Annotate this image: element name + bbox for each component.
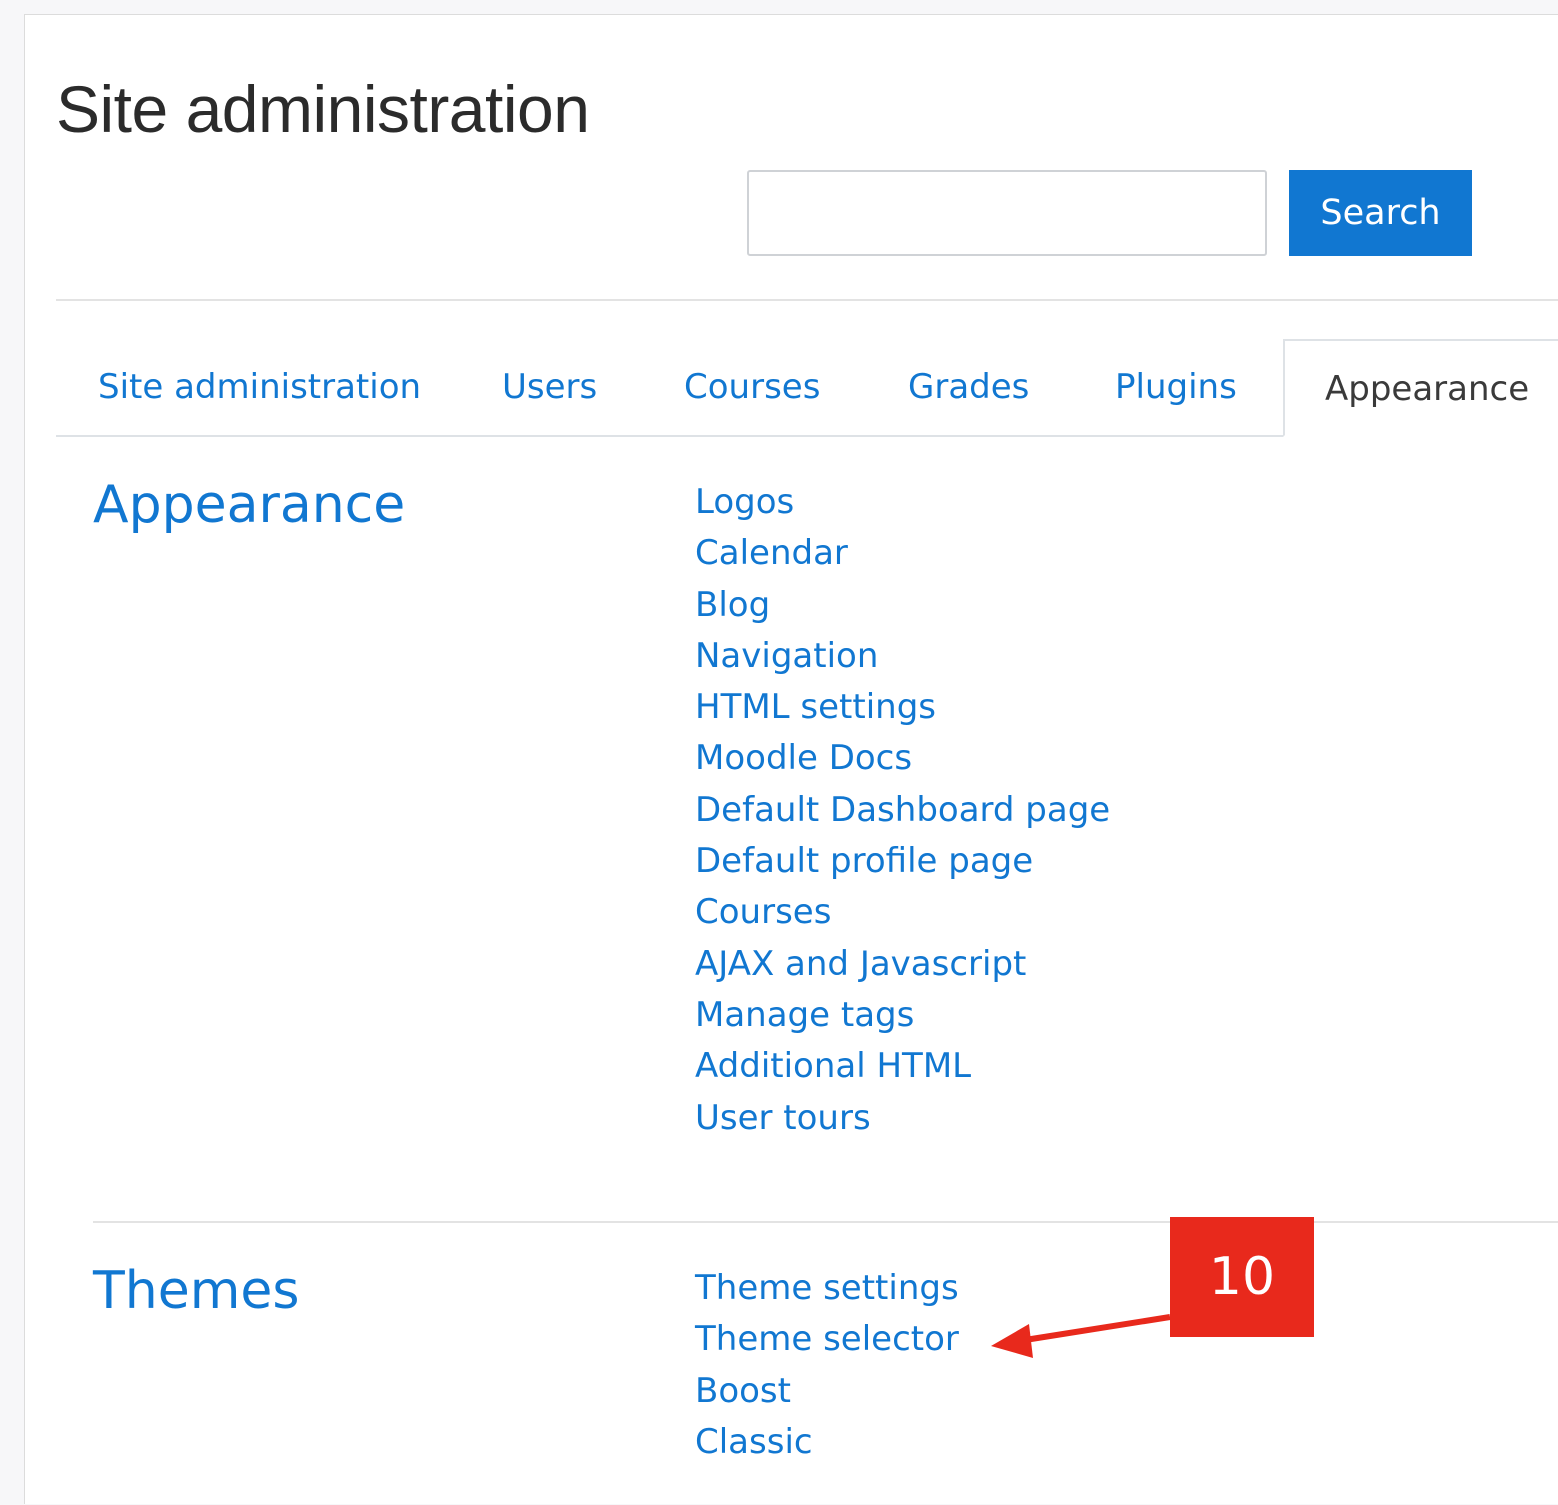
search-button[interactable]: Search [1289,170,1472,256]
link-theme-selector[interactable]: Theme selector [695,1314,959,1365]
tab-grades[interactable]: Grades [908,339,1029,435]
section-title-themes: Themes [93,1261,300,1321]
section-divider [93,1221,1558,1223]
link-navigation[interactable]: Navigation [695,631,1110,682]
link-ajax-and-javascript[interactable]: AJAX and Javascript [695,939,1110,990]
link-boost[interactable]: Boost [695,1366,959,1417]
link-classic[interactable]: Classic [695,1417,959,1468]
tab-courses[interactable]: Courses [684,339,820,435]
link-default-profile-page[interactable]: Default profile page [695,836,1110,887]
link-default-dashboard-page[interactable]: Default Dashboard page [695,785,1110,836]
tab-appearance[interactable]: Appearance [1283,339,1558,437]
appearance-links: Logos Calendar Blog Navigation HTML sett… [695,477,1110,1144]
admin-tabs: Site administration Users Courses Grades… [56,339,1558,437]
link-blog[interactable]: Blog [695,580,1110,631]
link-courses[interactable]: Courses [695,887,1110,938]
link-moodle-docs[interactable]: Moodle Docs [695,733,1110,784]
tab-users[interactable]: Users [502,339,597,435]
link-manage-tags[interactable]: Manage tags [695,990,1110,1041]
link-user-tours[interactable]: User tours [695,1093,1110,1144]
header-divider [56,299,1558,301]
link-logos[interactable]: Logos [695,477,1110,528]
link-additional-html[interactable]: Additional HTML [695,1041,1110,1092]
search-input[interactable] [747,170,1267,256]
themes-links: Theme settings Theme selector Boost Clas… [695,1263,959,1468]
page-title: Site administration [56,72,590,146]
link-html-settings[interactable]: HTML settings [695,682,1110,733]
admin-card: Site administration Search Site administ… [24,14,1558,1504]
link-calendar[interactable]: Calendar [695,528,1110,579]
section-title-appearance: Appearance [93,475,406,535]
tab-site-administration[interactable]: Site administration [98,339,421,435]
link-theme-settings[interactable]: Theme settings [695,1263,959,1314]
callout-badge: 10 [1170,1217,1314,1337]
tab-plugins[interactable]: Plugins [1115,339,1237,435]
